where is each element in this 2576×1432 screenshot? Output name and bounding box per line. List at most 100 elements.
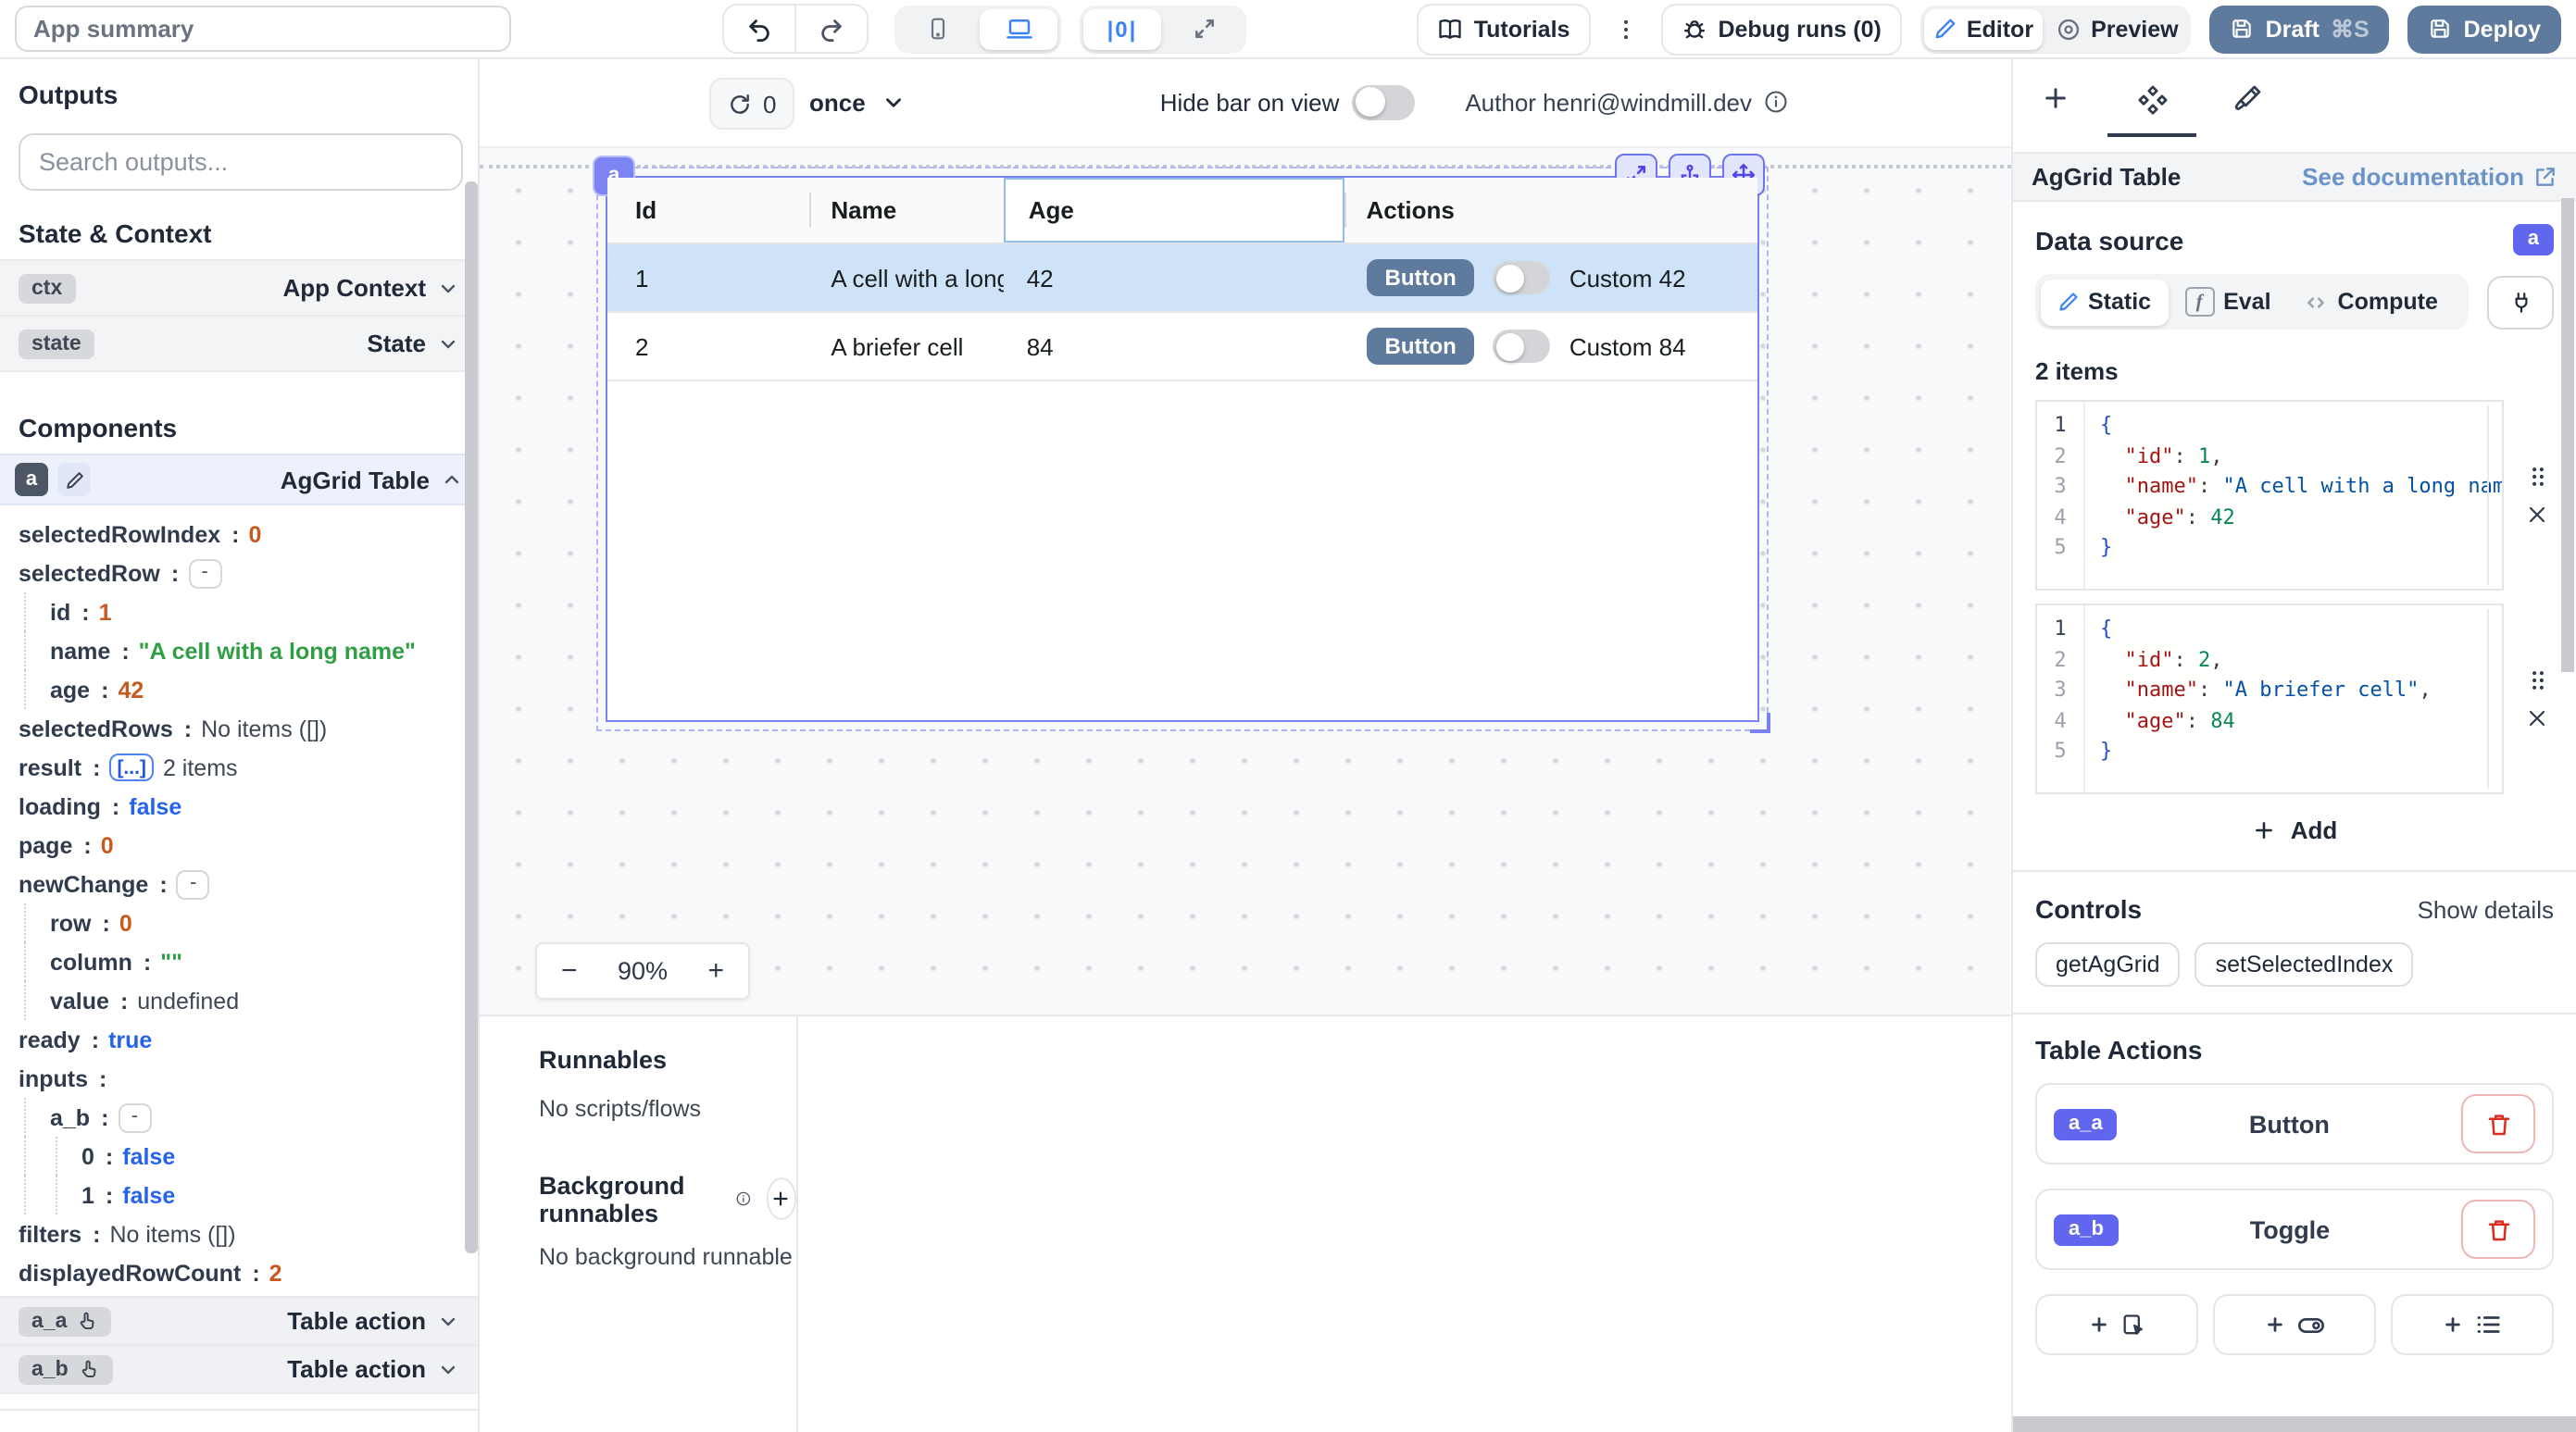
ctx-badge: ctx — [19, 273, 75, 303]
indent-guide — [24, 670, 50, 709]
refresh-button[interactable]: 0 — [709, 78, 794, 130]
expand-array-button[interactable]: [...] — [109, 753, 154, 781]
desktop-view-button[interactable] — [980, 8, 1057, 49]
code-line: } — [2100, 737, 2502, 767]
tab-insert-component[interactable] — [2017, 59, 2095, 137]
sidebar-scrollbar[interactable] — [465, 181, 478, 1253]
drag-handle-icon[interactable] — [2527, 668, 2547, 692]
drag-handle-icon[interactable] — [2527, 465, 2547, 489]
editor-tab[interactable]: Editor — [1924, 8, 2043, 49]
table-actions-list: a_aButtona_bToggle — [2035, 1083, 2554, 1270]
plus-icon — [771, 1189, 792, 1209]
runnables-title: Runnables — [539, 1045, 796, 1073]
show-details-link[interactable]: Show details — [2418, 895, 2554, 923]
action-type-label: Button — [2118, 1110, 2461, 1138]
preview-tab[interactable]: Preview — [2046, 8, 2188, 49]
collapse-button[interactable]: - — [188, 558, 221, 588]
collapse-button[interactable]: - — [177, 869, 210, 899]
control-pill-setselectedindex[interactable]: setSelectedIndex — [2195, 942, 2414, 987]
mobile-view-button[interactable] — [898, 8, 976, 49]
draft-button[interactable]: Draft ⌘S — [2210, 5, 2390, 53]
deploy-button[interactable]: Deploy — [2408, 5, 2561, 53]
table-row[interactable]: 1A cell with a long n...42ButtonCustom 4… — [607, 244, 1757, 313]
source-eval-tab[interactable]: f Eval — [2168, 279, 2287, 325]
search-outputs-input[interactable] — [19, 133, 463, 191]
output-key: age — [50, 677, 90, 703]
table-row[interactable]: 2A briefer cell84ButtonCustom 84 — [607, 313, 1757, 381]
author-label: Author henri@windmill.dev — [1465, 88, 1752, 116]
column-header-name[interactable]: Name — [808, 178, 1004, 243]
add-background-runnable-button[interactable] — [766, 1177, 796, 1220]
delete-action-button[interactable] — [2461, 1200, 2535, 1259]
app-canvas[interactable]: a IdNameAgeActions 1 — [480, 148, 2011, 1014]
table-rows: 1A cell with a long n...42ButtonCustom 4… — [607, 244, 1757, 381]
resize-handle[interactable] — [1750, 713, 1770, 733]
aggrid-component[interactable]: a IdNameAgeActions 1 — [606, 176, 1759, 722]
source-static-tab[interactable]: Static — [2040, 279, 2168, 325]
delete-item-icon[interactable] — [2526, 504, 2548, 526]
windmill-app-editor: |0| Tutorials Debug runs (0) Editor — [0, 0, 2576, 1432]
code-line: { — [2100, 411, 2502, 442]
output-value-number: 0 — [249, 521, 262, 547]
data-items: 12345{ "id": 1, "name": "A cell with a l… — [2035, 400, 2554, 794]
json-editor[interactable]: 12345{ "id": 2, "name": "A briefer cell"… — [2035, 604, 2504, 794]
delete-item-icon[interactable] — [2526, 707, 2548, 729]
tab-component-settings[interactable] — [2113, 59, 2191, 137]
table-action-row[interactable]: a_aTable action — [0, 1296, 478, 1346]
code-line: "age": 84 — [2100, 706, 2502, 737]
gap-view-button[interactable]: |0| — [1083, 8, 1161, 49]
control-pill-getaggrid[interactable]: getAgGrid — [2035, 942, 2181, 987]
outputs-sidebar: Outputs State & Context ctx App Context … — [0, 59, 480, 1432]
panel-scrollbar-vertical[interactable] — [2561, 198, 2574, 672]
line-numbers: 12345 — [2037, 402, 2083, 589]
add-select-action-button[interactable] — [2391, 1294, 2554, 1355]
hide-bar-toggle[interactable] — [1352, 84, 1415, 119]
row-action-button[interactable]: Button — [1367, 328, 1475, 365]
output-key: loading — [19, 793, 101, 819]
json-editor[interactable]: 12345{ "id": 1, "name": "A cell with a l… — [2035, 400, 2504, 591]
eval-label: Eval — [2223, 289, 2270, 315]
column-header-age[interactable]: Age — [1005, 178, 1344, 243]
chevron-up-icon — [441, 468, 463, 491]
line-number: 2 — [2037, 442, 2083, 472]
column-header-actions[interactable]: Actions — [1344, 178, 1758, 243]
ctx-row[interactable]: ctx App Context — [0, 259, 478, 317]
zoom-in-button[interactable]: + — [707, 954, 724, 986]
add-button-action-button[interactable] — [2035, 1294, 2198, 1355]
book-icon — [1437, 16, 1463, 42]
tutorials-button[interactable]: Tutorials — [1417, 3, 1591, 55]
output-row: displayedRowCount:2 — [19, 1253, 478, 1292]
output-row: row:0 — [19, 903, 478, 942]
add-toggle-action-button[interactable] — [2213, 1294, 2376, 1355]
source-compute-tab[interactable]: Compute — [2288, 279, 2455, 325]
row-custom-label: Custom 42 — [1569, 264, 1686, 292]
delete-action-button[interactable] — [2461, 1094, 2535, 1153]
laptop-icon — [1005, 15, 1032, 43]
tab-styling[interactable] — [2209, 59, 2287, 137]
collapse-button[interactable]: - — [118, 1102, 151, 1132]
output-key: a_b — [50, 1104, 90, 1130]
table-action-row[interactable]: a_bTable action — [0, 1346, 478, 1394]
code-lines: { "id": 2, "name": "A briefer cell", "ag… — [2083, 605, 2502, 792]
see-documentation-link[interactable]: See documentation — [2302, 163, 2557, 191]
row-action-toggle[interactable] — [1494, 261, 1551, 294]
panel-scrollbar-horizontal[interactable] — [2013, 1415, 2576, 1432]
output-key: filters — [19, 1221, 81, 1247]
more-menu-button[interactable] — [1608, 16, 1642, 42]
column-header-id[interactable]: Id — [607, 178, 808, 243]
rename-component-button[interactable] — [57, 463, 91, 496]
state-row[interactable]: state State — [0, 317, 478, 372]
row-action-toggle[interactable] — [1494, 330, 1551, 363]
run-mode-dropdown[interactable]: once — [798, 78, 918, 126]
redo-button[interactable] — [794, 6, 867, 52]
row-action-button[interactable]: Button — [1367, 259, 1475, 296]
zoom-out-button[interactable]: − — [561, 954, 578, 986]
undo-button[interactable] — [724, 6, 794, 52]
code-line: "age": 42 — [2100, 503, 2502, 533]
component-header-row[interactable]: a AgGrid Table — [0, 454, 478, 505]
debug-runs-button[interactable]: Debug runs (0) — [1660, 3, 1901, 55]
connect-button[interactable] — [2487, 275, 2554, 329]
fullscreen-button[interactable] — [1165, 8, 1243, 49]
add-item-button[interactable]: Add — [2252, 816, 2338, 844]
app-summary-input[interactable] — [15, 6, 511, 52]
